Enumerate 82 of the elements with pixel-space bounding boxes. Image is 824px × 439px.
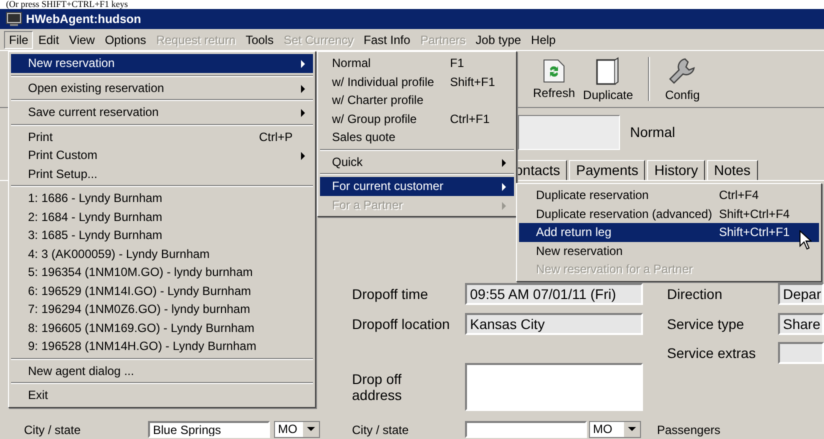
toolbar-button[interactable]: Refresh — [530, 56, 578, 102]
menu-item[interactable]: 3: 1685 - Lyndy Burnham — [11, 226, 313, 244]
menu-item[interactable]: 9: 196528 (1NM14H.GO) - Lyndy Burnham — [11, 337, 313, 356]
menu-item[interactable]: 4: 3 (AK000059) - Lyndy Burnham — [11, 244, 313, 263]
shortcut-text: Shift+F1 — [450, 74, 496, 90]
menu-item[interactable]: 6: 196529 (1NM14I.GO) - Lyndy Burnham — [11, 282, 313, 300]
menu-item[interactable]: For current customer — [320, 177, 514, 196]
menu-item[interactable]: w/ Group profile Ctrl+F1 — [320, 110, 514, 128]
menu-item[interactable]: New reservation — [11, 54, 313, 72]
input-field[interactable]: 09:55 AM 07/01/11 (Fri) — [465, 283, 643, 305]
menu-bar-item[interactable]: Options — [100, 30, 152, 48]
submenu-arrow-icon — [301, 60, 305, 68]
tab[interactable]: Notes — [706, 160, 758, 180]
menu-item[interactable]: w/ Individual profile Shift+F1 — [320, 72, 514, 91]
menu-item[interactable]: Save current reservation — [11, 103, 313, 122]
menu-item[interactable]: Duplicate reservation (advanced) Shift+Ctrl+F4 — [519, 204, 819, 223]
refresh-icon — [543, 58, 566, 82]
submenu-arrow-icon — [301, 152, 305, 160]
menu-bar-item[interactable]: View — [64, 30, 100, 48]
menu-item[interactable]: Sales quote — [320, 128, 514, 146]
menu-bar-item[interactable]: Tools — [240, 30, 279, 48]
menu-bar-item[interactable]: Job type — [470, 30, 526, 48]
menu-bar-item[interactable]: Help — [526, 30, 561, 48]
caption-text: (Or press SHIFT+CTRL+F1 keys — [0, 0, 824, 9]
menu-item[interactable]: 2: 1684 - Lyndy Burnham — [11, 208, 313, 226]
menu-item[interactable]: w/ Charter profile — [320, 91, 514, 110]
input-field[interactable]: Kansas City — [465, 313, 643, 335]
input-field[interactable] — [778, 342, 824, 364]
submenu-arrow-icon — [301, 109, 305, 117]
toolbar-button[interactable]: Duplicate — [580, 54, 636, 104]
field-label: Service extras — [667, 345, 757, 361]
window-title: HWebAgent:hudson — [26, 12, 142, 26]
menu-item[interactable]: Print Custom — [11, 146, 313, 164]
tab[interactable]: Payments — [569, 160, 646, 180]
menu-item[interactable]: 8: 196605 (1NM169.GO) - Lyndy Burnham — [11, 318, 313, 337]
menu-item[interactable]: New reservation — [519, 242, 819, 260]
input-field[interactable] — [465, 363, 643, 411]
input-field[interactable]: Depar — [778, 283, 824, 305]
menu-item[interactable]: New agent dialog ... — [11, 362, 313, 380]
field-label: City / state — [352, 422, 410, 436]
menu-item[interactable]: Exit — [11, 386, 313, 404]
menu-bar-item[interactable]: Edit — [33, 30, 64, 48]
input-field[interactable] — [518, 114, 620, 150]
field-label: Service type — [667, 316, 746, 332]
menu-item[interactable]: Normal F1 — [320, 54, 514, 72]
field-label: Drop off address — [352, 371, 403, 403]
field-label: City / state — [24, 422, 82, 436]
menu-bar-item[interactable]: Fast Info — [358, 30, 416, 48]
state-dropdown[interactable]: MO — [274, 421, 320, 438]
shortcut-text: F1 — [450, 55, 464, 72]
state-dropdown[interactable]: MO — [589, 421, 641, 438]
menu-item[interactable]: Print Setup... — [11, 164, 313, 183]
field-label: Dropoff time — [352, 286, 429, 302]
mouse-cursor-icon — [799, 230, 812, 250]
menu-item[interactable]: Duplicate reservation Ctrl+F4 — [519, 186, 819, 204]
toolbar-button[interactable]: Config — [662, 54, 703, 104]
menu-bar-item[interactable]: File — [4, 30, 34, 48]
menu-item[interactable]: Add return leg Shift+Ctrl+F1 — [519, 223, 819, 242]
shortcut-text: Ctrl+P — [259, 128, 293, 146]
menu-item[interactable]: Open existing reservation — [11, 78, 313, 97]
submenu-arrow-icon — [502, 158, 506, 166]
submenu-arrow-icon — [502, 183, 506, 191]
field-label: Dropoff location — [352, 316, 451, 332]
menu-item[interactable]: 7: 196294 (1NM0Z6.GO) - lyndy burnham — [11, 300, 313, 318]
input-field[interactable]: Share — [778, 313, 824, 335]
field-label: Direction — [667, 286, 724, 302]
job-type-text: Normal — [630, 124, 676, 140]
submenu-arrow-icon — [502, 202, 506, 210]
shortcut-text: Shift+Ctrl+F4 — [719, 206, 790, 222]
wrench-icon — [668, 56, 696, 84]
menu-item[interactable]: 1: 1686 - Lyndy Burnham — [11, 189, 313, 208]
tab[interactable]: History — [647, 160, 705, 180]
shortcut-text: Ctrl+F1 — [450, 110, 490, 128]
shortcut-text: Shift+Ctrl+F1 — [719, 224, 790, 241]
shortcut-text: Ctrl+F4 — [719, 187, 759, 204]
menu-item[interactable]: 5: 196354 (1NM10M.GO) - lyndy burnham — [11, 263, 313, 282]
group-box-title: Passengers — [657, 422, 720, 436]
page-icon — [596, 56, 620, 84]
submenu-arrow-icon — [301, 84, 305, 92]
menu-item[interactable]: Print Ctrl+P — [11, 128, 313, 146]
monitor-icon — [6, 12, 22, 26]
input-field[interactable] — [465, 421, 587, 438]
